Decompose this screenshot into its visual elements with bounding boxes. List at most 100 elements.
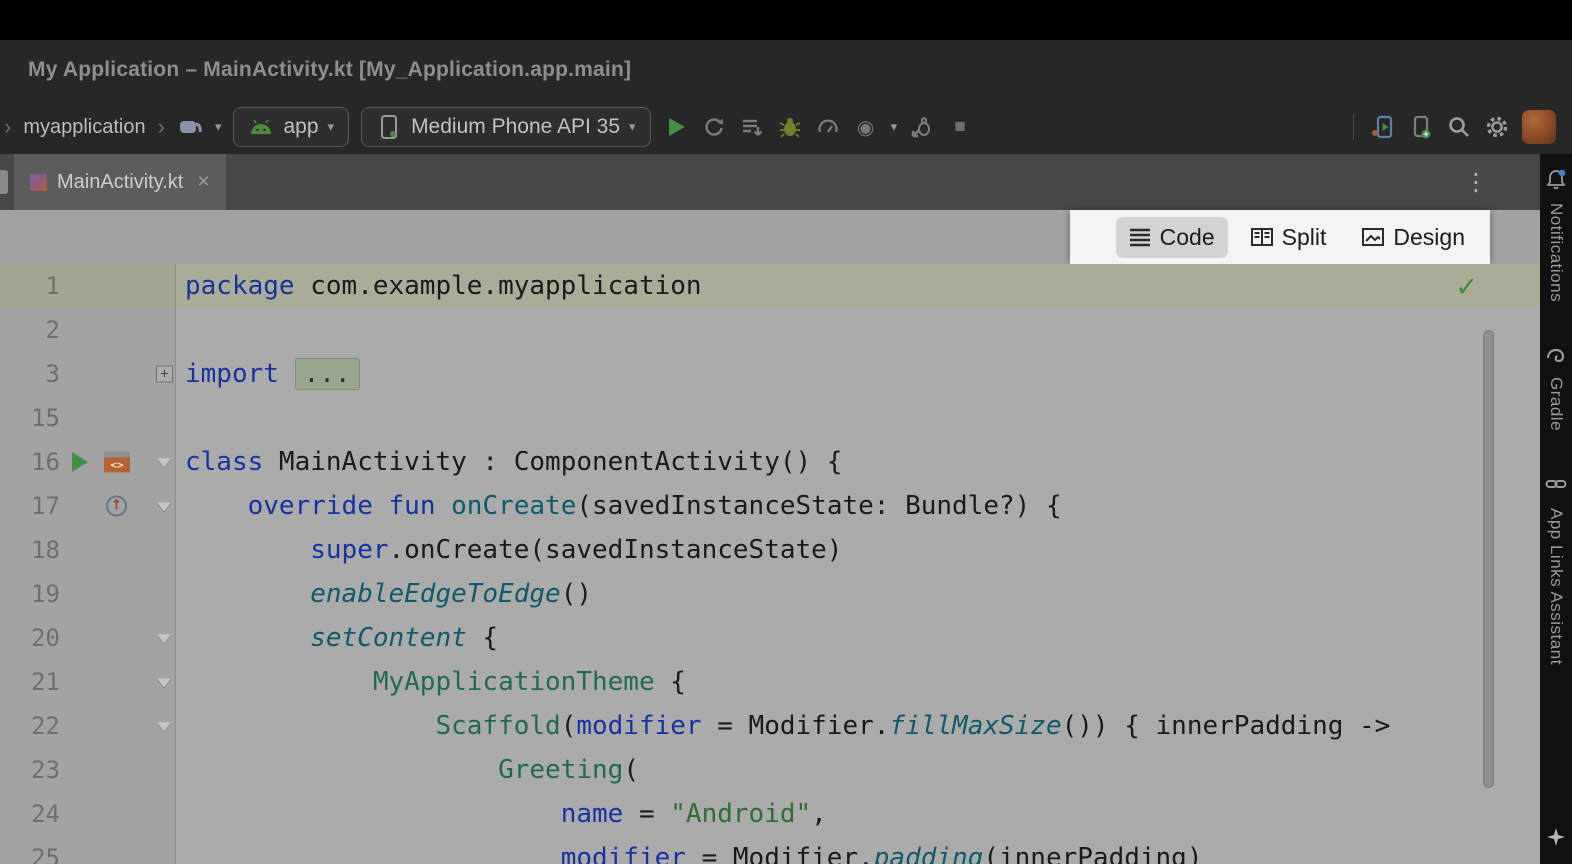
code-line[interactable]: 2 xyxy=(0,308,1540,352)
code-line[interactable]: 23 Greeting( xyxy=(0,748,1540,792)
line-number: 20 xyxy=(0,624,60,652)
gutter: 15 xyxy=(0,396,176,440)
code-line[interactable]: 16<>class MainActivity : ComponentActivi… xyxy=(0,440,1540,484)
apply-changes-icon[interactable] xyxy=(701,113,727,141)
mode-code-label: Code xyxy=(1160,224,1215,251)
line-number: 2 xyxy=(0,316,60,344)
code-line[interactable]: 19 enableEdgeToEdge() xyxy=(0,572,1540,616)
editor-scrollbar[interactable] xyxy=(1483,330,1494,788)
gutter-icons xyxy=(60,264,175,308)
gutter-icons: ↑ xyxy=(60,484,175,528)
code-text: modifier = Modifier.padding(innerPadding… xyxy=(176,836,1203,864)
device-label: Medium Phone API 35 xyxy=(411,115,620,139)
running-devices-icon[interactable] xyxy=(1370,113,1396,141)
tool-stripe-handle[interactable] xyxy=(0,170,8,194)
mode-design-button[interactable]: Design xyxy=(1349,217,1478,258)
code-line[interactable]: 18 super.onCreate(savedInstanceState) xyxy=(0,528,1540,572)
fold-chevron-icon[interactable] xyxy=(157,502,171,511)
line-number: 3 xyxy=(0,360,60,388)
code-text: Scaffold(modifier = Modifier.fillMaxSize… xyxy=(176,704,1390,748)
device-selector[interactable]: Medium Phone API 35 ▾ xyxy=(361,107,651,147)
tab-label: MainActivity.kt xyxy=(57,171,183,194)
code-line[interactable]: 17↑ override fun onCreate(savedInstanceS… xyxy=(0,484,1540,528)
stop-icon[interactable]: ■ xyxy=(947,113,973,141)
gutter: 17 ↑ xyxy=(0,484,176,528)
code-text: MyApplicationTheme { xyxy=(176,660,686,704)
line-number: 25 xyxy=(0,844,60,864)
gutter: 23 xyxy=(0,748,176,792)
gemini-sparkle-icon[interactable] xyxy=(1546,827,1566,852)
override-gutter-icon[interactable]: ↑ xyxy=(106,496,127,517)
device-manager-icon[interactable] xyxy=(1408,113,1434,141)
code-editor[interactable]: 1package com.example.myapplication23+imp… xyxy=(0,264,1540,864)
gutter-icons xyxy=(60,396,175,440)
code-line[interactable]: 22 Scaffold(modifier = Modifier.fillMaxS… xyxy=(0,704,1540,748)
chevron-down-icon[interactable]: ▾ xyxy=(891,119,898,135)
tool-gradle[interactable]: Gradle xyxy=(1544,344,1568,431)
more-options-icon[interactable]: ⋮ xyxy=(1464,168,1488,197)
apply-code-changes-icon[interactable] xyxy=(739,113,765,141)
code-line[interactable]: 25 modifier = Modifier.padding(innerPadd… xyxy=(0,836,1540,864)
line-number: 21 xyxy=(0,668,60,696)
tool-app-links-assistant[interactable]: App Links Assistant xyxy=(1545,473,1567,665)
gutter: 25 xyxy=(0,836,176,864)
app-links-icon xyxy=(1545,473,1567,500)
gutter: 18 xyxy=(0,528,176,572)
run-config-label: app xyxy=(283,115,318,139)
profiler-icon[interactable] xyxy=(815,113,841,141)
project-selector[interactable]: myapplication xyxy=(23,116,145,139)
breadcrumb-chevron-icon: › xyxy=(4,114,11,140)
gutter: 3+ xyxy=(0,352,176,396)
code-line[interactable]: 20 setContent { xyxy=(0,616,1540,660)
settings-gear-icon[interactable] xyxy=(1484,113,1510,141)
chevron-down-icon[interactable]: ▾ xyxy=(215,119,222,135)
code-text: enableEdgeToEdge() xyxy=(176,572,592,616)
code-text: name = "Android", xyxy=(176,792,827,836)
line-number: 19 xyxy=(0,580,60,608)
fold-chevron-icon[interactable] xyxy=(157,458,171,467)
code-line[interactable]: 3+import ... xyxy=(0,352,1540,396)
search-icon[interactable] xyxy=(1446,113,1472,141)
tab-mainactivity[interactable]: MainActivity.kt × xyxy=(14,154,226,210)
gutter-icons: + xyxy=(60,352,175,396)
debug-icon[interactable] xyxy=(777,113,803,141)
gradle-sync-icon[interactable] xyxy=(177,113,203,141)
code-line[interactable]: 15 xyxy=(0,396,1540,440)
fold-chevron-icon[interactable] xyxy=(157,634,171,643)
main-toolbar: › myapplication › ▾ app ▾ Medium Phone A… xyxy=(0,100,1572,154)
fold-expand-icon[interactable]: + xyxy=(156,366,173,383)
attach-debugger-icon[interactable] xyxy=(909,113,935,141)
run-config-selector[interactable]: app ▾ xyxy=(233,107,349,147)
editor-mode-switcher: Code Split Design xyxy=(1070,210,1490,264)
gutter-icons xyxy=(60,704,175,748)
design-mode-icon xyxy=(1362,228,1384,246)
android-studio-window: My Application – MainActivity.kt [My_App… xyxy=(0,0,1572,864)
chevron-down-icon: ▾ xyxy=(629,119,636,135)
code-line[interactable]: 21 MyApplicationTheme { xyxy=(0,660,1540,704)
class-gutter-icon[interactable]: <> xyxy=(104,452,130,473)
code-text: Greeting( xyxy=(176,748,639,792)
fold-chevron-icon[interactable] xyxy=(157,722,171,731)
run-gutter-icon[interactable] xyxy=(72,452,88,472)
code-line[interactable]: 1package com.example.myapplication xyxy=(0,264,1540,308)
code-mode-icon xyxy=(1129,228,1151,247)
code-text: import ... xyxy=(176,352,360,396)
fold-chevron-icon[interactable] xyxy=(157,678,171,687)
gutter: 16<> xyxy=(0,440,176,484)
stop-glyph: ■ xyxy=(954,116,965,138)
mode-split-button[interactable]: Split xyxy=(1238,217,1340,258)
gutter-icons xyxy=(60,748,175,792)
tool-notifications[interactable]: Notifications xyxy=(1545,168,1567,302)
coverage-icon[interactable]: ◉ xyxy=(853,113,879,141)
code-text: class MainActivity : ComponentActivity()… xyxy=(176,440,842,484)
gutter-icons xyxy=(60,572,175,616)
inspection-ok-icon[interactable]: ✓ xyxy=(1455,272,1478,303)
tool-label: Gradle xyxy=(1546,377,1566,431)
code-line[interactable]: 24 name = "Android", xyxy=(0,792,1540,836)
run-button[interactable] xyxy=(663,113,689,141)
close-icon[interactable]: × xyxy=(197,170,209,194)
mode-code-button[interactable]: Code xyxy=(1116,217,1228,258)
avatar[interactable] xyxy=(1522,110,1556,144)
gutter-icons xyxy=(60,836,175,864)
line-number: 17 xyxy=(0,492,60,520)
